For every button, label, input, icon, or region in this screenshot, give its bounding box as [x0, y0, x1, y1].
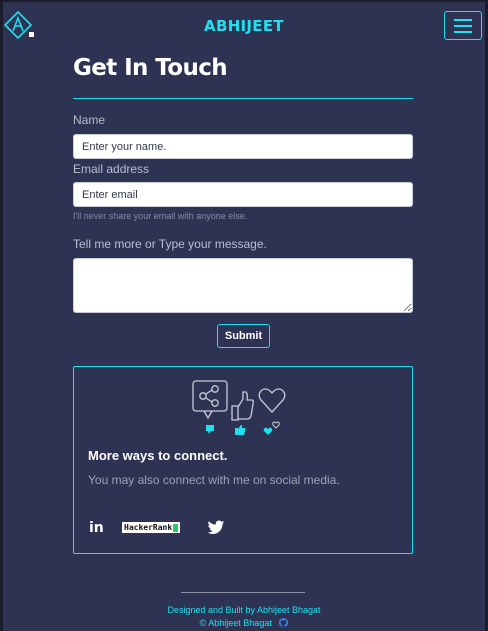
name-input[interactable]	[73, 134, 413, 159]
hamburger-menu-icon	[454, 18, 472, 21]
hackerrank-label: HackerRank	[124, 523, 173, 532]
email-hint: I'll never share your email with anyone …	[73, 211, 248, 221]
message-label: Tell me more or Type your message.	[73, 237, 267, 251]
page-title: Get In Touch	[73, 55, 228, 81]
email-label: Email address	[73, 162, 150, 176]
navbar: ABHIJEET	[0, 0, 488, 52]
name-label: Name	[73, 113, 106, 127]
title-divider	[73, 98, 413, 99]
email-input[interactable]	[73, 182, 413, 207]
footer-copyright: © Abhijeet Bhagat	[0, 618, 488, 628]
menu-toggle-button[interactable]	[444, 11, 482, 40]
linkedin-icon[interactable]: in	[89, 519, 104, 537]
footer-divider	[181, 592, 305, 593]
connect-title: More ways to connect.	[88, 448, 228, 463]
brand-title[interactable]: ABHIJEET	[0, 17, 488, 35]
footer-credit: Designed and Built by Abhijeet Bhagat	[167, 605, 321, 615]
hackerrank-icon[interactable]: HackerRank	[122, 522, 181, 533]
github-icon[interactable]	[279, 618, 289, 627]
submit-button[interactable]: Submit	[217, 324, 270, 348]
message-textarea[interactable]	[73, 258, 413, 313]
connect-text: You may also connect with me on social m…	[88, 473, 340, 487]
twitter-icon[interactable]	[207, 520, 225, 536]
connect-card: More ways to connect. You may also conne…	[73, 366, 413, 554]
copyright-text: © Abhijeet Bhagat	[199, 618, 272, 628]
social-share-like-hearts-icon	[192, 380, 286, 435]
